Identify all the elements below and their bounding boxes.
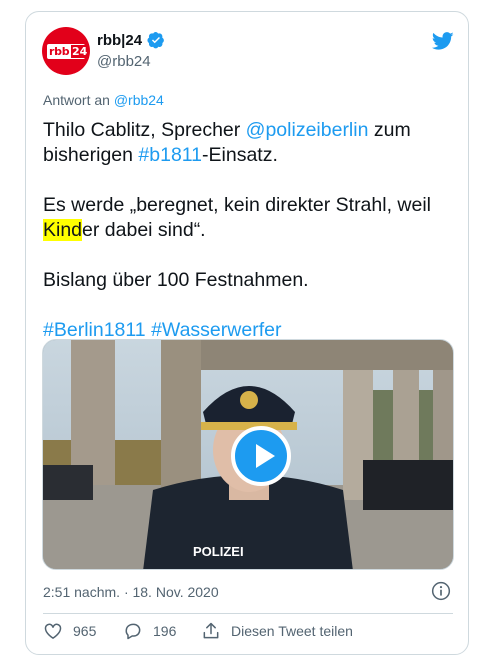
display-name[interactable]: rbb|24 xyxy=(97,32,142,49)
paragraph-3: Bislang über 100 Festnahmen. xyxy=(43,269,309,291)
text-span: er dabei sind“. xyxy=(82,219,206,241)
video-player[interactable]: POLIZEI xyxy=(42,339,454,570)
paragraph-2: Es werde „beregnet, kein direkter Strahl… xyxy=(43,193,453,243)
share-label: Diesen Tweet teilen xyxy=(231,623,353,639)
like-button[interactable]: 965 xyxy=(43,621,96,641)
avatar-logo: rbb xyxy=(49,45,70,58)
verified-badge-icon xyxy=(147,31,164,49)
handle[interactable]: @rbb24 xyxy=(97,53,151,70)
twitter-bird-icon[interactable] xyxy=(431,30,455,52)
tweet-card: rbb 24 rbb|24 @rbb24 Antwort an @rbb24 T… xyxy=(25,11,469,655)
play-icon[interactable] xyxy=(231,426,291,486)
hashtag-link[interactable]: #Berlin1811 xyxy=(43,319,146,341)
text-span: -Einsatz. xyxy=(202,144,278,166)
uniform-label: POLIZEI xyxy=(193,544,244,559)
avatar[interactable]: rbb 24 xyxy=(42,27,90,75)
reply-icon xyxy=(125,623,141,640)
divider xyxy=(43,613,453,614)
reply-handle-link[interactable]: @rbb24 xyxy=(114,92,164,108)
hashtag-link[interactable]: #b1811 xyxy=(138,144,202,166)
like-count: 965 xyxy=(73,623,97,639)
text-span: Thilo Cablitz, Sprecher xyxy=(43,119,246,141)
highlighted-text: Kind xyxy=(43,219,83,241)
paragraph-1: Thilo Cablitz, Sprecher @polizeiberlin z… xyxy=(43,118,453,168)
text-span: Es werde „beregnet, kein direkter Strahl… xyxy=(43,194,432,216)
tweet-text: Thilo Cablitz, Sprecher @polizeiberlin z… xyxy=(43,118,453,343)
reply-prefix: Antwort an xyxy=(43,92,114,108)
reply-count: 196 xyxy=(153,623,177,639)
info-icon[interactable] xyxy=(431,581,451,601)
heart-icon xyxy=(44,623,62,639)
reply-button[interactable]: 196 xyxy=(123,621,176,641)
hashtag-link[interactable]: #Wasserwerfer xyxy=(151,319,281,341)
share-icon xyxy=(203,622,219,639)
reply-to: Antwort an @rbb24 xyxy=(43,92,164,108)
timestamp[interactable]: 2:51 nachm. · 18. Nov. 2020 xyxy=(43,584,219,600)
share-button[interactable]: Diesen Tweet teilen xyxy=(201,621,353,641)
mention-link[interactable]: @polizeiberlin xyxy=(246,119,369,141)
avatar-logo-24: 24 xyxy=(71,45,89,58)
